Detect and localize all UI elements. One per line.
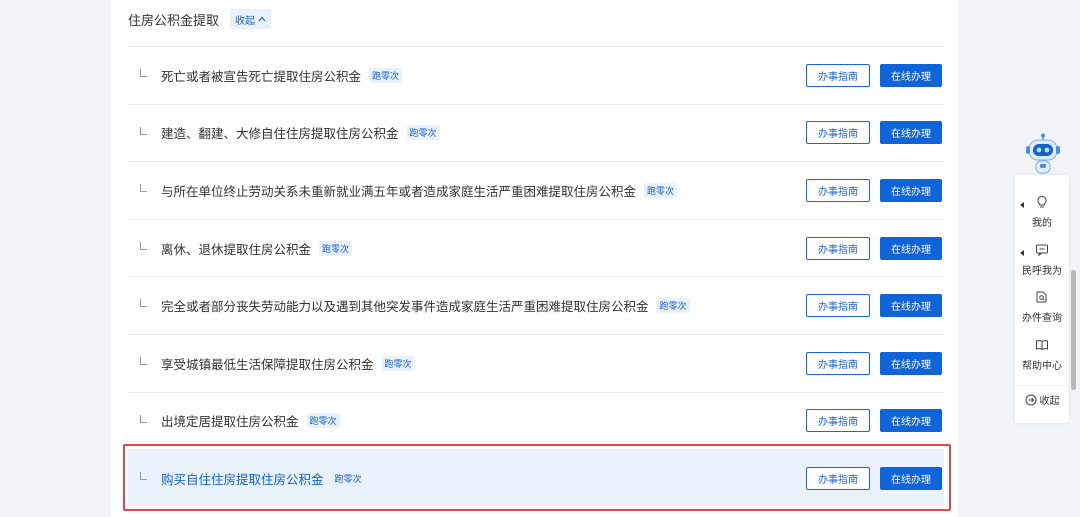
guide-button[interactable]: 办事指南 bbox=[806, 121, 870, 145]
list-item: 完全或者部分丧失劳动能力以及遇到其他突发事件造成家庭生活严重困难提取住房公积金 … bbox=[128, 276, 944, 334]
side-label-mine: 我的 bbox=[1032, 218, 1052, 229]
branch-icon bbox=[140, 69, 147, 77]
online-handle-button[interactable]: 在线办理 bbox=[880, 121, 942, 145]
arrow-circle-right-icon bbox=[1025, 394, 1037, 406]
side-label-feedback: 民呼我为 bbox=[1022, 266, 1062, 277]
guide-button[interactable]: 办事指南 bbox=[806, 236, 870, 260]
collapse-label: 收起 bbox=[235, 15, 256, 27]
guide-button[interactable]: 办事指南 bbox=[806, 63, 870, 87]
scrollbar[interactable] bbox=[1071, 270, 1076, 390]
item-label[interactable]: 购买自住住房提取住房公积金 bbox=[161, 469, 324, 488]
list-item: 死亡或者被宣告死亡提取住房公积金 跑零次 办事指南 在线办理 bbox=[128, 46, 944, 104]
item-label: 离休、退休提取住房公积金 bbox=[161, 241, 312, 257]
zero-trip-badge: 跑零次 bbox=[656, 298, 690, 314]
list-item-highlighted: 购买自住住房提取住房公积金 跑零次 办事指南 在线办理 bbox=[128, 449, 944, 507]
item-label: 享受城镇最低生活保障提取住房公积金 bbox=[161, 356, 374, 372]
list-item: 离休、退休提取住房公积金 跑零次 办事指南 在线办理 bbox=[128, 218, 944, 277]
section-header: 住房公积金提取 收起 bbox=[128, 0, 272, 38]
side-item-help[interactable]: 帮助中心 bbox=[1015, 338, 1069, 372]
branch-icon bbox=[140, 414, 147, 423]
side-label-help: 帮助中心 bbox=[1022, 361, 1062, 372]
online-handle-button[interactable]: 在线办理 bbox=[880, 409, 942, 433]
side-item-feedback[interactable]: 民呼我为 bbox=[1015, 243, 1069, 277]
side-label-query: 办件查询 bbox=[1022, 313, 1062, 324]
zero-trip-badge: 跑零次 bbox=[319, 240, 353, 256]
item-label: 死亡或者被宣告死亡提取住房公积金 bbox=[161, 68, 362, 84]
side-collapse-button[interactable]: 收起 bbox=[1015, 385, 1069, 413]
caret-left-icon bbox=[1020, 202, 1024, 208]
guide-button[interactable]: 办事指南 bbox=[806, 351, 870, 375]
online-handle-button[interactable]: 在线办理 bbox=[880, 63, 942, 87]
guide-button[interactable]: 办事指南 bbox=[806, 178, 870, 202]
online-handle-button[interactable]: 在线办理 bbox=[880, 466, 942, 490]
zero-trip-badge: 跑零次 bbox=[406, 125, 440, 141]
branch-icon bbox=[140, 356, 147, 365]
item-label: 建造、翻建、大修自住住房提取住房公积金 bbox=[161, 126, 399, 142]
zero-trip-badge: 跑零次 bbox=[369, 67, 403, 83]
guide-button[interactable]: 办事指南 bbox=[806, 294, 870, 318]
guide-button[interactable]: 办事指南 bbox=[806, 466, 870, 490]
online-handle-button[interactable]: 在线办理 bbox=[880, 236, 942, 260]
list-item: 与所在单位终止劳动关系未重新就业满五年或者造成家庭生活严重困难提取住房公积金 跑… bbox=[128, 161, 944, 219]
branch-icon bbox=[140, 299, 147, 308]
branch-icon bbox=[140, 472, 147, 481]
section-title: 住房公积金提取 bbox=[128, 13, 220, 29]
item-label: 完全或者部分丧失劳动能力以及遇到其他突发事件造成家庭生活严重困难提取住房公积金 bbox=[161, 299, 649, 315]
collapse-toggle[interactable]: 收起 bbox=[230, 9, 272, 29]
caret-left-icon bbox=[1020, 250, 1024, 256]
book-icon bbox=[1015, 338, 1069, 355]
branch-icon bbox=[140, 184, 147, 193]
item-list: 死亡或者被宣告死亡提取住房公积金 跑零次 办事指南 在线办理 建造、翻建、大修自… bbox=[128, 46, 944, 507]
branch-icon bbox=[140, 126, 147, 135]
item-label: 出境定居提取住房公积金 bbox=[161, 414, 299, 430]
side-item-mine[interactable]: 我的 bbox=[1015, 195, 1069, 229]
list-item: 出境定居提取住房公积金 跑零次 办事指南 在线办理 bbox=[128, 391, 944, 450]
document-search-icon bbox=[1015, 290, 1069, 307]
side-item-query[interactable]: 办件查询 bbox=[1015, 290, 1069, 324]
zero-trip-badge: 跑零次 bbox=[331, 470, 365, 486]
side-panel: 我的 民呼我为 办件查询 帮助中心 收起 bbox=[1015, 175, 1069, 423]
zero-trip-badge: 跑零次 bbox=[381, 355, 415, 371]
online-handle-button[interactable]: 在线办理 bbox=[880, 294, 942, 318]
item-label: 与所在单位终止劳动关系未重新就业满五年或者造成家庭生活严重困难提取住房公积金 bbox=[161, 183, 637, 199]
online-handle-button[interactable]: 在线办理 bbox=[880, 351, 942, 375]
chevron-up-icon bbox=[258, 14, 266, 25]
list-item: 建造、翻建、大修自住住房提取住房公积金 跑零次 办事指南 在线办理 bbox=[128, 103, 944, 162]
list-item: 享受城镇最低生活保障提取住房公积金 跑零次 办事指南 在线办理 bbox=[128, 333, 944, 392]
online-handle-button[interactable]: 在线办理 bbox=[880, 178, 942, 202]
side-label-collapse: 收起 bbox=[1039, 396, 1060, 407]
guide-button[interactable]: 办事指南 bbox=[806, 409, 870, 433]
zero-trip-badge: 跑零次 bbox=[306, 413, 340, 429]
zero-trip-badge: 跑零次 bbox=[644, 182, 678, 198]
branch-icon bbox=[140, 241, 147, 250]
